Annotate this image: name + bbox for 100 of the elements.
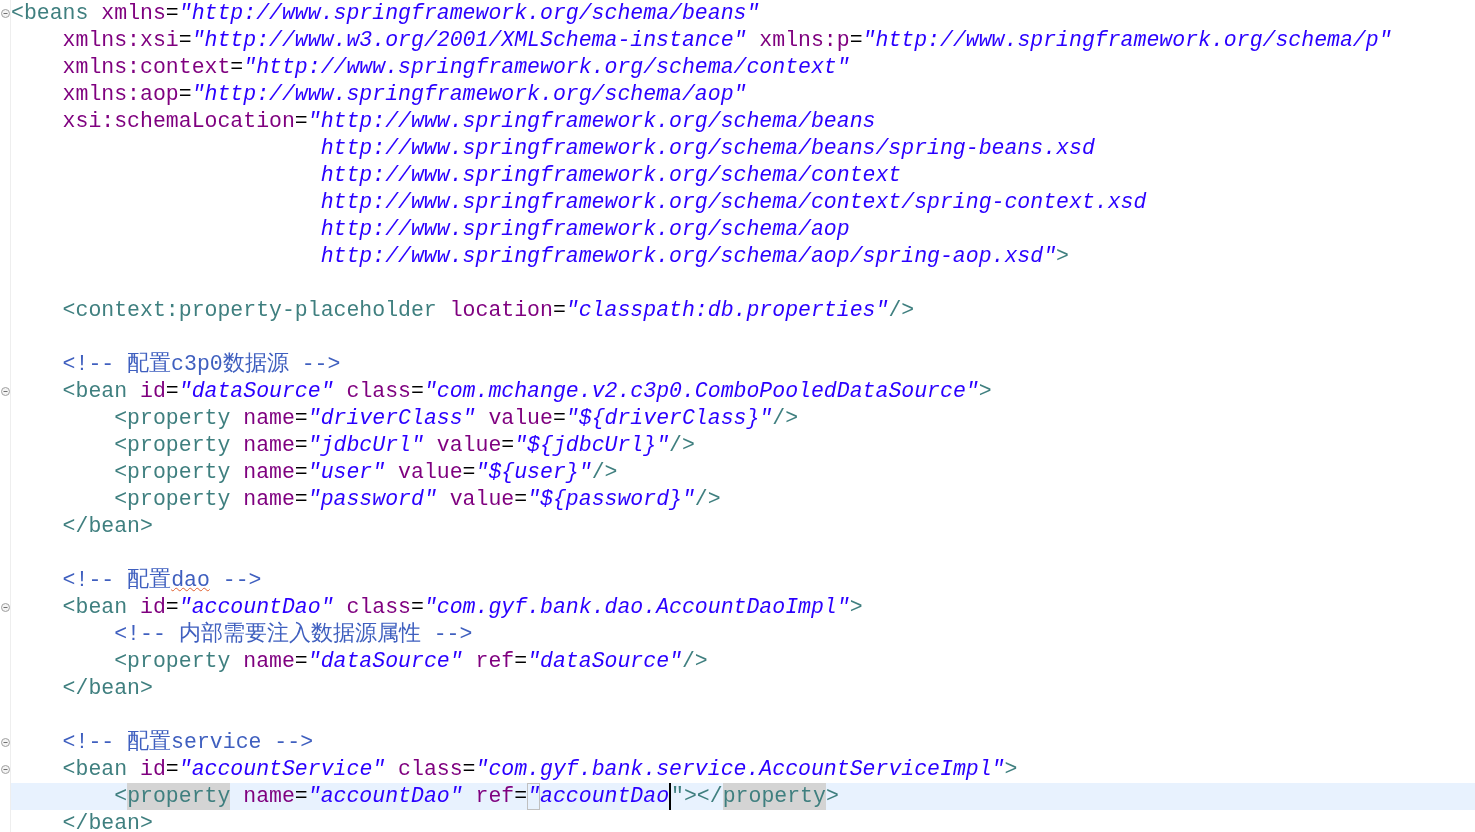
code-token: name [243, 648, 295, 675]
code-token: /> [681, 648, 708, 675]
code-token: <property [114, 648, 231, 675]
code-token: = [514, 486, 528, 513]
code-token: = [230, 54, 244, 81]
code-token: value [449, 486, 515, 513]
collapse-icon[interactable] [0, 765, 10, 774]
code-token: xmlns:xsi [62, 27, 179, 54]
code-token: > [825, 783, 839, 810]
code-token: = [411, 594, 424, 621]
code-token: "password" [307, 486, 437, 513]
code-token: > [849, 594, 863, 621]
code-token: = [294, 108, 308, 135]
code-token: http://www.springframework.org/schema/context [320, 162, 902, 189]
code-token: = [165, 594, 179, 621]
code-token: /> [694, 486, 721, 513]
code-token: = [165, 0, 179, 27]
code-token: = [178, 27, 192, 54]
code-token: = [514, 648, 528, 675]
code-comment: <!-- 配置c3p0数据源 --> [62, 351, 341, 378]
code-token: = [165, 756, 179, 783]
code-token: <property [114, 459, 231, 486]
code-token: "></ [671, 783, 723, 810]
code-token: value [488, 405, 553, 432]
collapse-icon[interactable] [0, 603, 10, 612]
code-token: </bean> [62, 675, 153, 702]
code-token: name [243, 459, 295, 486]
code-token: name [243, 486, 295, 513]
code-token: <bean [62, 378, 128, 405]
code-token: ref [475, 648, 515, 675]
code-token: http://www.springframework.org/schema/aop/spring-aop.xsd" [320, 243, 1057, 270]
code-token: " [527, 783, 541, 810]
code-token: "http://www.springframework.org/schema/aop" [191, 81, 747, 108]
code-token: = [165, 378, 179, 405]
code-token: = [294, 405, 308, 432]
code-comment: <!-- 配置 [62, 567, 172, 594]
code-token: = [462, 756, 476, 783]
code-comment: --> [222, 567, 262, 594]
code-token: xmlns:context [62, 54, 231, 81]
code-token: value [398, 459, 463, 486]
code-token: location [449, 297, 553, 324]
code-token: id [140, 378, 166, 405]
code-token: = [411, 378, 424, 405]
code-token: <bean [62, 756, 128, 783]
code-token: <property [114, 405, 231, 432]
collapse-icon[interactable] [0, 387, 10, 396]
code-token: = [294, 432, 308, 459]
code-token: = [462, 459, 476, 486]
code-token: "jdbcUrl" [307, 432, 424, 459]
code-token: class [398, 756, 463, 783]
code-token: = [552, 405, 566, 432]
code-token: name [243, 783, 295, 810]
code-token: <beans [11, 0, 89, 27]
code-token: "com.gyf.bank.dao.AccountDaoImpl" [423, 594, 850, 621]
code-token: name [243, 405, 295, 432]
code-token: </bean> [62, 513, 153, 540]
code-token: http://www.springframework.org/schema/beans/spring-beans.xsd [320, 135, 1095, 162]
code-token: "http://www.springframework.org/schema/p" [862, 27, 1392, 54]
code-token: xmlns:p [759, 27, 850, 54]
code-token: "classpath:db.properties" [565, 297, 889, 324]
code-token: = [294, 486, 308, 513]
code-token: xmlns [101, 0, 166, 27]
code-token: "dataSource" [527, 648, 682, 675]
code-token: "driverClass" [307, 405, 476, 432]
code-token: name [243, 432, 295, 459]
code-token: /> [669, 432, 695, 459]
code-token: = [849, 27, 863, 54]
code-token: "com.gyf.bank.service.AccountServiceImpl" [475, 756, 1005, 783]
code-token: "accountService" [178, 756, 386, 783]
code-token: "accountDao" [307, 783, 463, 810]
collapse-icon[interactable] [0, 9, 10, 18]
code-token: </bean> [62, 810, 153, 832]
code-token: property [127, 783, 231, 810]
code-token: = [294, 459, 308, 486]
code-token: xmlns:aop [62, 81, 179, 108]
code-token: = [501, 432, 515, 459]
code-token: "http://www.springframework.org/schema/beans [307, 108, 876, 135]
code-token: = [178, 81, 192, 108]
code-token: > [978, 378, 992, 405]
code-token: "${jdbcUrl}" [514, 432, 670, 459]
code-token: class [346, 378, 411, 405]
code-token: "accountDao" [178, 594, 334, 621]
code-token: http://www.springframework.org/schema/aop [320, 216, 850, 243]
code-token: <property [114, 486, 231, 513]
code-token: < [114, 783, 128, 810]
collapse-icon[interactable] [0, 738, 10, 747]
code-token: xsi:schemaLocation [62, 108, 295, 135]
code-token: > [1056, 243, 1069, 270]
code-token: id [140, 756, 166, 783]
code-comment: dao [171, 567, 210, 594]
code-token: <bean [62, 594, 128, 621]
code-token: = [514, 783, 528, 810]
code-token: /> [591, 459, 618, 486]
code-token: /> [888, 297, 915, 324]
code-comment: <!-- 配置service --> [62, 729, 314, 756]
code-token: <property [114, 432, 231, 459]
code-token: /> [772, 405, 799, 432]
code-token: "user" [307, 459, 386, 486]
code-token: "${password}" [527, 486, 695, 513]
code-token: "${driverClass}" [565, 405, 773, 432]
